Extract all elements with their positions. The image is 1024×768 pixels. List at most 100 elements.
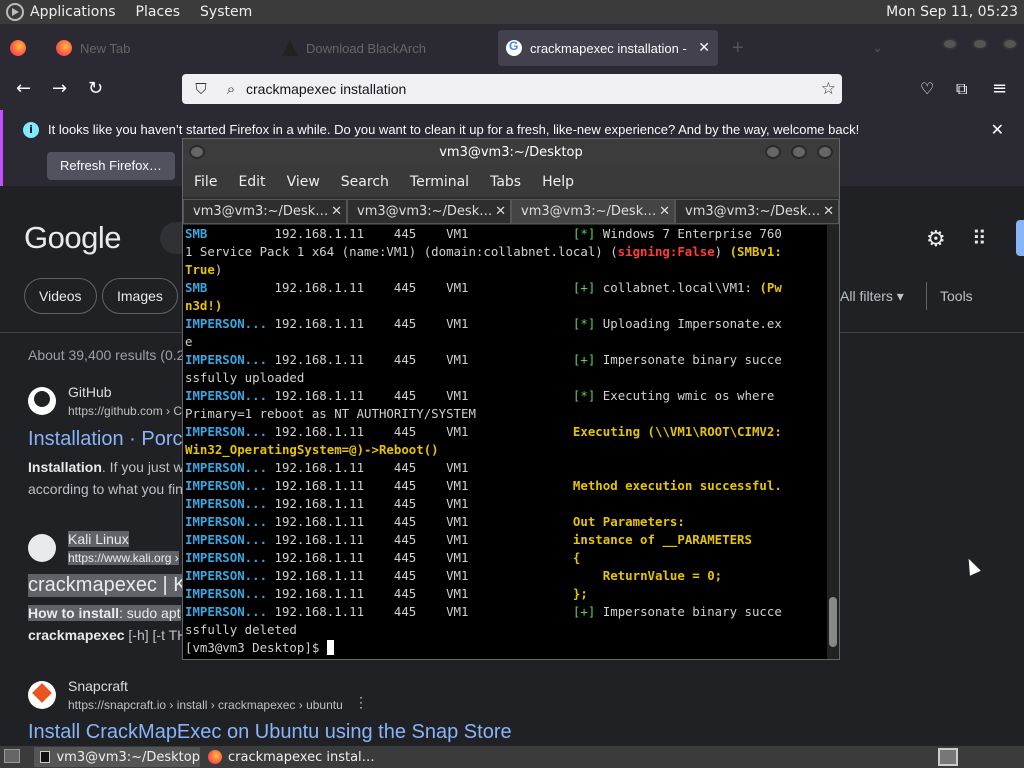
hamburger-menu-icon[interactable]: ≡ — [992, 80, 1007, 98]
new-tab-icon[interactable]: + — [732, 30, 744, 66]
show-desktop-icon[interactable] — [4, 749, 20, 763]
divider — [926, 282, 927, 310]
tab-label: crackmapexec installation - — [530, 40, 687, 56]
terminal-line: IMPERSON... 192.168.1.11 445 VM1 [*] Upl… — [185, 316, 782, 331]
maximize-icon[interactable] — [791, 145, 807, 159]
extensions-icon[interactable]: ⧉ — [956, 80, 967, 98]
result-url[interactable]: https://www.kali.org › — [68, 551, 179, 565]
result-site-name: GitHub — [68, 384, 112, 400]
terminal-menubar: File Edit View Search Terminal Tabs Help — [183, 167, 839, 197]
apps-grid-icon[interactable]: ⠿ — [972, 226, 987, 251]
terminal-line: IMPERSON... 192.168.1.11 445 VM1 Out Par… — [185, 514, 685, 529]
chip-images[interactable]: Images — [102, 278, 178, 314]
terminal-line: ssfully deleted — [185, 622, 297, 637]
menu-tabs[interactable]: Tabs — [490, 174, 521, 190]
window-menu-icon[interactable] — [189, 145, 205, 159]
chip-videos[interactable]: Videos — [24, 278, 97, 314]
url-text[interactable]: crackmapexec installation — [246, 81, 406, 97]
menu-view[interactable]: View — [287, 174, 320, 190]
terminal-line: IMPERSON... 192.168.1.11 445 VM1 { — [185, 550, 581, 565]
refresh-firefox-button[interactable]: Refresh Firefox… — [47, 152, 175, 180]
google-logo[interactable]: Google — [24, 220, 121, 256]
forward-icon[interactable]: → — [52, 80, 67, 98]
terminal-line: True) — [185, 262, 223, 277]
tab-crackmapexec[interactable]: crackmapexec installation - ✕ — [498, 30, 718, 66]
snippet-text: [-h] [-t TH — [124, 627, 188, 643]
snippet-bold: crackmapexec — [28, 627, 125, 643]
snippet-text: . If you just w — [101, 459, 184, 475]
scrollbar-thumb[interactable] — [829, 597, 837, 647]
menu-file[interactable]: File — [194, 174, 217, 190]
settings-gear-icon[interactable]: ⚙ — [926, 226, 946, 252]
tools-button[interactable]: Tools — [940, 288, 973, 304]
tab-label: New Tab — [80, 40, 131, 56]
terminal-output[interactable]: SMB 192.168.1.11 445 VM1 [*] Windows 7 E… — [185, 225, 827, 659]
terminal-tab-active[interactable]: vm3@vm3:~/Desk… ✕ — [511, 199, 675, 224]
result-title[interactable]: Install CrackMapExec on Ubuntu using the… — [28, 721, 512, 744]
terminal-tab-label: vm3@vm3:~/Desk… — [357, 204, 493, 219]
terminal-line: e — [185, 334, 193, 349]
menu-terminal[interactable]: Terminal — [410, 174, 469, 190]
terminal-titlebar[interactable]: vm3@vm3:~/Desktop — [183, 139, 839, 167]
firefox-icon — [208, 750, 222, 764]
tab-new-tab[interactable]: New Tab — [46, 30, 268, 66]
menu-system[interactable]: System — [200, 4, 252, 20]
result-url[interactable]: https://github.com › C — [68, 404, 182, 418]
terminal-line: IMPERSON... 192.168.1.11 445 VM1 [*] Exe… — [185, 388, 775, 403]
sign-in-button[interactable] — [1016, 220, 1024, 256]
clock[interactable]: Mon Sep 11, 05:23 — [886, 4, 1018, 20]
terminal-window[interactable]: vm3@vm3:~/Desktop File Edit View Search … — [182, 138, 840, 660]
terminal-tab[interactable]: vm3@vm3:~/Desk… ✕ — [347, 199, 511, 224]
terminal-prompt-line[interactable]: [vm3@vm3 Desktop]$ _ — [185, 639, 827, 657]
terminal-line: IMPERSON... 192.168.1.11 445 VM1 }; — [185, 586, 588, 601]
taskbar-item-terminal[interactable]: vm3@vm3:~/Desktop — [34, 747, 200, 767]
terminal-line: 1 Service Pack 1 x64 (name:VM1) (domain:… — [185, 244, 782, 259]
back-icon[interactable]: ← — [16, 80, 31, 98]
minimize-icon[interactable] — [765, 145, 781, 159]
taskbar-item-label: vm3@vm3:~/Desktop — [56, 749, 200, 765]
terminal-tab-label: vm3@vm3:~/Desk… — [521, 204, 657, 219]
terminal-scrollbar[interactable] — [827, 225, 839, 659]
shield-icon[interactable]: ⛉ — [190, 81, 212, 98]
result-snippet: crackmapexec [-h] [-t TH — [28, 627, 187, 643]
close-tab-icon[interactable]: ✕ — [495, 200, 506, 223]
firefox-view-icon[interactable] — [10, 30, 30, 66]
result-snippet: according to what you fin — [28, 481, 183, 497]
close-window-icon[interactable] — [1002, 38, 1018, 50]
address-bar[interactable]: ⛉ ⌕ crackmapexec installation ☆ — [182, 74, 842, 104]
info-icon: i — [23, 122, 39, 138]
minimize-icon[interactable] — [942, 38, 958, 50]
close-tab-icon[interactable]: ✕ — [698, 39, 710, 56]
tab-download-blackarch[interactable]: Download BlackArch — [272, 30, 494, 66]
snippet-bold: Installation — [28, 459, 102, 475]
close-notification-icon[interactable]: ✕ — [991, 120, 1004, 139]
navigation-bar: ← → ↻ ⛉ ⌕ crackmapexec installation ☆ ♡ … — [0, 70, 1024, 110]
result-title[interactable]: Installation · Porc — [28, 428, 183, 451]
result-url[interactable]: https://snapcraft.io › install › crackma… — [68, 698, 343, 712]
result-title[interactable]: crackmapexec | K — [28, 574, 187, 597]
kali-menu-icon[interactable] — [6, 3, 24, 21]
close-tab-icon[interactable]: ✕ — [823, 200, 834, 223]
top-panel: Applications Places System Mon Sep 11, 0… — [0, 0, 1024, 24]
menu-search[interactable]: Search — [341, 174, 389, 190]
terminal-icon — [40, 751, 51, 763]
terminal-tab[interactable]: vm3@vm3:~/Desk… ✕ — [183, 199, 347, 224]
close-window-icon[interactable] — [817, 145, 833, 159]
terminal-tab[interactable]: vm3@vm3:~/Desk… ✕ — [675, 199, 839, 224]
reload-icon[interactable]: ↻ — [88, 80, 103, 98]
menu-places[interactable]: Places — [136, 4, 181, 20]
all-filters-label: All filters — [840, 288, 893, 304]
taskbar-item-firefox[interactable]: crackmapexec instal… — [202, 747, 382, 767]
close-tab-icon[interactable]: ✕ — [331, 200, 342, 223]
pocket-icon[interactable]: ♡ — [920, 80, 934, 98]
menu-edit[interactable]: Edit — [238, 174, 265, 190]
all-filters-button[interactable]: All filters ▾ — [840, 288, 904, 305]
workspace-switcher[interactable] — [938, 748, 958, 766]
bookmark-star-icon[interactable]: ☆ — [821, 79, 836, 99]
more-options-icon[interactable]: ⋮ — [354, 694, 368, 711]
tab-list-icon[interactable]: ⌄ — [872, 30, 883, 66]
menu-help[interactable]: Help — [542, 174, 574, 190]
close-tab-icon[interactable]: ✕ — [659, 200, 670, 223]
menu-applications[interactable]: Applications — [30, 4, 116, 20]
maximize-icon[interactable] — [972, 38, 988, 50]
